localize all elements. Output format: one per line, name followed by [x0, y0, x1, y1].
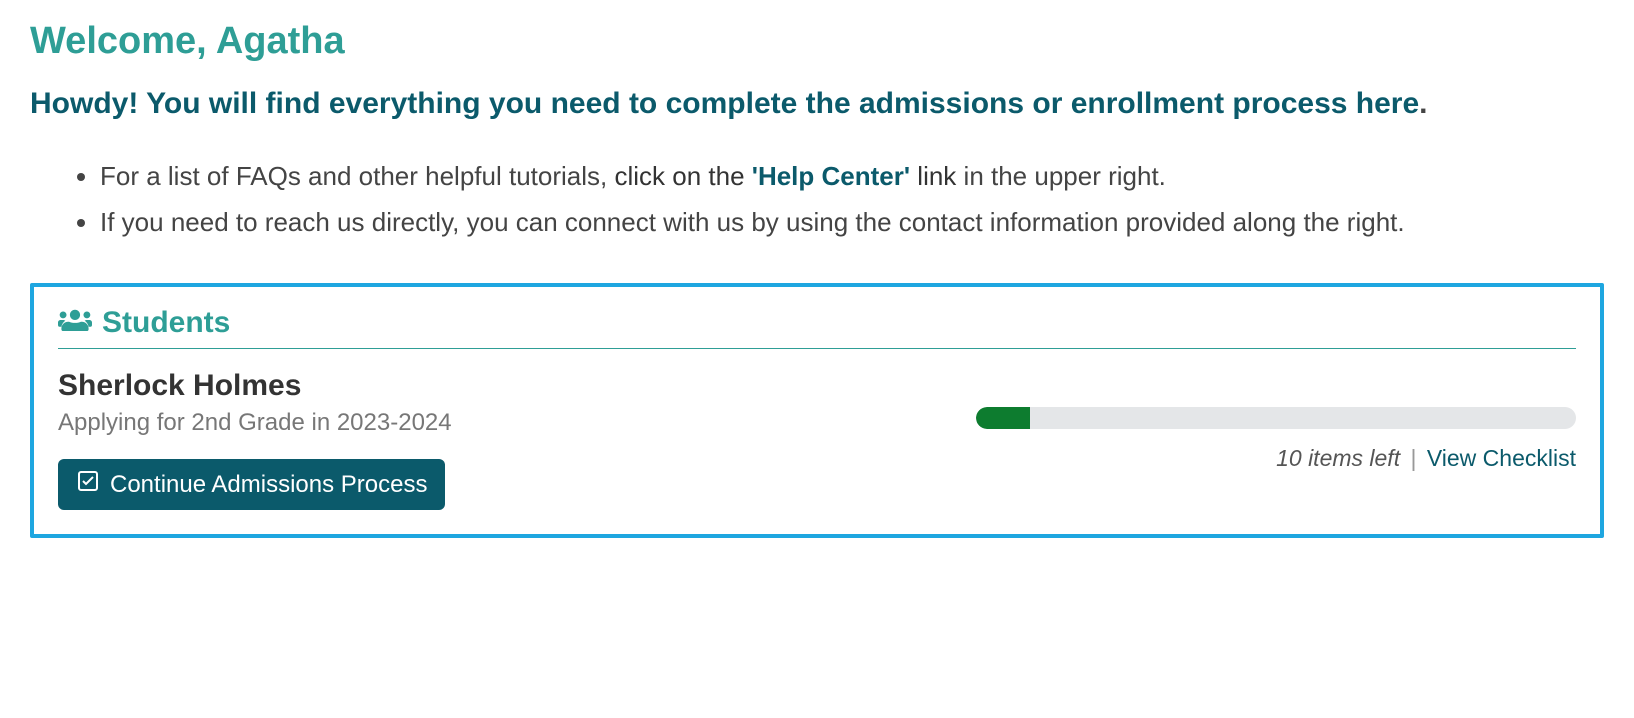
student-status: Applying for 2nd Grade in 2023-2024 [58, 409, 452, 437]
student-name: Sherlock Holmes [58, 369, 452, 403]
intro-text-content: Howdy! You will find everything you need… [30, 87, 1419, 120]
student-row: Sherlock Holmes Applying for 2nd Grade i… [58, 369, 1576, 510]
users-icon [58, 305, 92, 340]
checkbox-icon [76, 469, 100, 500]
student-right: 10 items left | View Checklist [976, 369, 1576, 472]
view-checklist-link[interactable]: View Checklist [1427, 445, 1576, 471]
items-left-text: 10 items left [1276, 445, 1400, 471]
faq-pre: For a list of FAQs and other helpful tut… [100, 161, 614, 191]
continue-button-label: Continue Admissions Process [110, 471, 427, 499]
info-list: For a list of FAQs and other helpful tut… [30, 156, 1604, 243]
faq-link-word: link [910, 161, 956, 191]
progress-bar [976, 407, 1576, 429]
students-panel: Students Sherlock Holmes Applying for 2n… [30, 283, 1604, 538]
student-left: Sherlock Holmes Applying for 2nd Grade i… [58, 369, 452, 510]
intro-text: Howdy! You will find everything you need… [30, 81, 1604, 126]
intro-period: . [1419, 87, 1427, 120]
continue-admissions-button[interactable]: Continue Admissions Process [58, 459, 445, 510]
info-item-contact: If you need to reach us directly, you ca… [100, 202, 1604, 244]
info-item-faq: For a list of FAQs and other helpful tut… [100, 156, 1604, 198]
faq-post: in the upper right. [956, 161, 1166, 191]
progress-fill [976, 407, 1030, 429]
students-header-title: Students [102, 306, 230, 340]
separator: | [1410, 445, 1416, 471]
faq-click-on: click on the [614, 161, 751, 191]
welcome-title: Welcome, Agatha [30, 20, 1604, 63]
progress-meta: 10 items left | View Checklist [976, 445, 1576, 472]
help-center-link[interactable]: 'Help Center' [752, 161, 910, 191]
students-header: Students [58, 305, 1576, 349]
